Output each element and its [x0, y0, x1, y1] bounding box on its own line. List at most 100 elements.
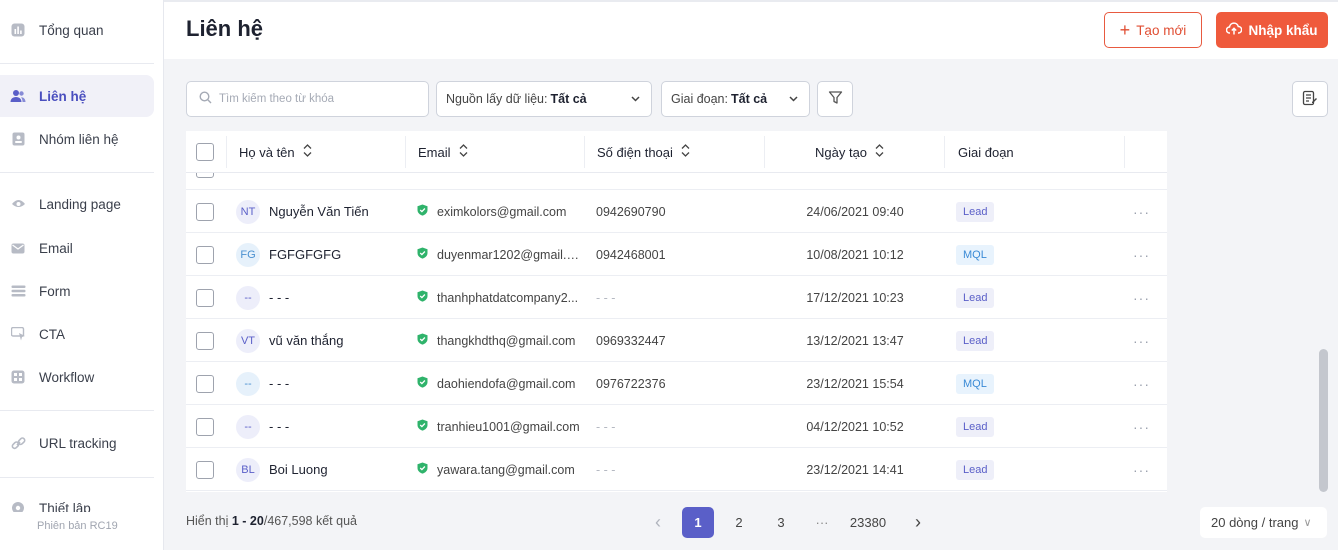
page-1-button[interactable]: 1 — [682, 507, 714, 538]
contact-name: - - - — [269, 290, 290, 305]
source-filter-select[interactable]: Nguồn lấy dữ liệu: Tất cả — [436, 81, 652, 117]
sidebar-item-workflow[interactable]: Workflow — [0, 356, 154, 398]
sort-icon — [303, 144, 312, 160]
chevron-down-icon — [788, 93, 799, 107]
row-checkbox[interactable] — [196, 374, 214, 393]
sidebar-item-form[interactable]: Form — [0, 270, 154, 312]
more-actions-icon[interactable]: ··· — [1133, 405, 1150, 448]
scrollbar-thumb[interactable] — [1319, 349, 1328, 492]
import-button[interactable]: Nhập khẩu — [1216, 12, 1328, 48]
search-input[interactable] — [219, 93, 409, 105]
stage-filter-value: Tất cả — [730, 92, 768, 106]
name-cell[interactable]: VT vũ văn thắng — [236, 319, 343, 362]
page-size-select[interactable]: 20 dòng / trang ∨ — [1200, 507, 1327, 538]
column-header-created[interactable]: Ngày tạo — [815, 131, 884, 173]
source-filter-value: Tất cả — [550, 92, 587, 106]
sidebar-item-url-tracking[interactable]: URL tracking — [0, 422, 154, 464]
name-cell[interactable]: BL Boi Luong — [236, 448, 328, 491]
table-row[interactable]: VT vũ văn thắng thangkhdthq@gmail.com 09693… — [186, 319, 1167, 362]
row-checkbox[interactable] — [196, 288, 214, 307]
verified-shield-icon — [417, 462, 428, 477]
name-cell[interactable]: FG FGFGFGFG — [236, 233, 341, 276]
name-cell[interactable]: -- - - - — [236, 405, 289, 448]
more-actions-icon[interactable]: ··· — [1133, 190, 1150, 233]
column-header-name[interactable]: Họ và tên — [239, 131, 312, 173]
contact-phone: - - - — [596, 419, 616, 434]
table-row[interactable]: -- - - - tranhieu1001@gmail.com - - - 04/12/… — [186, 405, 1167, 448]
email-cell: eximkolors@gmail.com — [417, 190, 583, 233]
sidebar-item-cta[interactable]: CTA — [0, 313, 154, 355]
column-label: Giai đoạn — [958, 144, 1014, 160]
sidebar-item-contact-groups[interactable]: Nhóm liên hệ — [0, 118, 154, 160]
landing-page-icon — [10, 196, 26, 212]
status-badge: Lead — [956, 287, 995, 308]
contacts-icon — [10, 88, 26, 104]
column-header-email[interactable]: Email — [418, 131, 468, 173]
sidebar-item-email[interactable]: Email — [0, 227, 154, 269]
created-date: 23/12/2021 15:54 — [806, 376, 904, 391]
more-actions-icon[interactable]: ··· — [1133, 233, 1150, 276]
page-ellipsis[interactable]: ··· — [810, 507, 834, 538]
verified-shield-icon — [417, 204, 428, 219]
row-checkbox[interactable] — [196, 460, 214, 479]
stage-filter-label: Giai đoạn: — [671, 92, 728, 106]
avatar: -- — [236, 371, 260, 396]
avatar: -- — [236, 414, 260, 439]
row-checkbox[interactable] — [196, 331, 214, 350]
verified-shield-icon — [417, 419, 428, 434]
column-header-phone[interactable]: Số điện thoại — [597, 131, 690, 173]
select-all-checkbox[interactable] — [196, 143, 214, 161]
create-new-button[interactable]: + Tạo mới — [1104, 12, 1202, 48]
last-page-button[interactable]: 23380 — [843, 507, 893, 538]
name-cell[interactable]: -- - - - — [236, 276, 289, 319]
column-settings-button[interactable] — [1292, 81, 1328, 117]
name-cell[interactable]: -- - - - — [236, 362, 289, 405]
contact-name: FGFGFGFG — [269, 247, 342, 262]
contact-name: Nguyễn Văn Tiến — [269, 204, 369, 219]
prev-page-button[interactable]: ‹ — [650, 507, 666, 538]
search-box[interactable] — [186, 81, 429, 117]
sidebar-item-overview[interactable]: Tổng quan — [0, 9, 154, 51]
table-row[interactable]: -- - - - daohiendofa@gmail.com 0976722376 23… — [186, 362, 1167, 405]
sidebar-divider — [0, 172, 154, 173]
sidebar-item-settings[interactable]: Thiết lập — [0, 495, 154, 512]
source-filter-label: Nguồn lấy dữ liệu: — [446, 92, 548, 106]
sidebar-item-contacts[interactable]: Liên hệ — [0, 75, 154, 117]
row-checkbox[interactable] — [196, 202, 214, 221]
row-checkbox[interactable] — [196, 245, 214, 264]
status-badge: Lead — [956, 201, 995, 222]
more-actions-icon[interactable]: ··· — [1133, 276, 1150, 319]
sidebar-divider — [0, 477, 154, 478]
row-checkbox[interactable] — [196, 417, 214, 436]
result-prefix: Hiển thị — [186, 514, 229, 528]
next-page-button[interactable]: › — [910, 507, 926, 538]
email-cell: tranhieu1001@gmail.com — [417, 405, 583, 448]
import-label: Nhập khẩu — [1248, 22, 1318, 38]
table-row[interactable]: BL Boi Luong yawara.tang@gmail.com - - - 23/… — [186, 448, 1167, 491]
page-2-button[interactable]: 2 — [728, 507, 750, 538]
avatar: -- — [236, 285, 260, 310]
stage-filter-select[interactable]: Giai đoạn: Tất cả — [661, 81, 810, 117]
table-row[interactable]: NT Nguyễn Văn Tiến eximkolors@gmail.com 094… — [186, 190, 1167, 233]
sidebar-divider — [0, 63, 154, 64]
sidebar-item-label: CTA — [39, 326, 65, 342]
filter-button[interactable] — [817, 81, 853, 117]
sidebar-item-label: URL tracking — [39, 435, 117, 451]
chevron-down-icon — [630, 93, 641, 107]
table-row[interactable]: FG FGFGFGFG duyenmar1202@gmail.c... 0942468… — [186, 233, 1167, 276]
more-actions-icon[interactable]: ··· — [1133, 362, 1150, 405]
more-actions-icon[interactable]: ··· — [1133, 319, 1150, 362]
page-3-button[interactable]: 3 — [770, 507, 792, 538]
result-summary: Hiển thị 1 - 20/467,598 kết quả — [186, 514, 357, 528]
version-label: Phiên bản RC19 — [37, 520, 118, 532]
settings-icon — [10, 500, 26, 512]
contact-phone: 0942690790 — [596, 204, 666, 219]
name-cell[interactable]: NT Nguyễn Văn Tiến — [236, 190, 369, 233]
more-actions-icon[interactable]: ··· — [1133, 448, 1150, 491]
page-title: Liên hệ — [186, 16, 264, 41]
cloud-upload-icon — [1226, 22, 1243, 38]
table-row[interactable]: -- - - - thanhphatdatcompany2... - - - 17/12… — [186, 276, 1167, 319]
sidebar-item-landing-page[interactable]: Landing page — [0, 183, 154, 225]
stage-cell: Lead — [956, 319, 995, 362]
verified-shield-icon — [417, 247, 428, 262]
